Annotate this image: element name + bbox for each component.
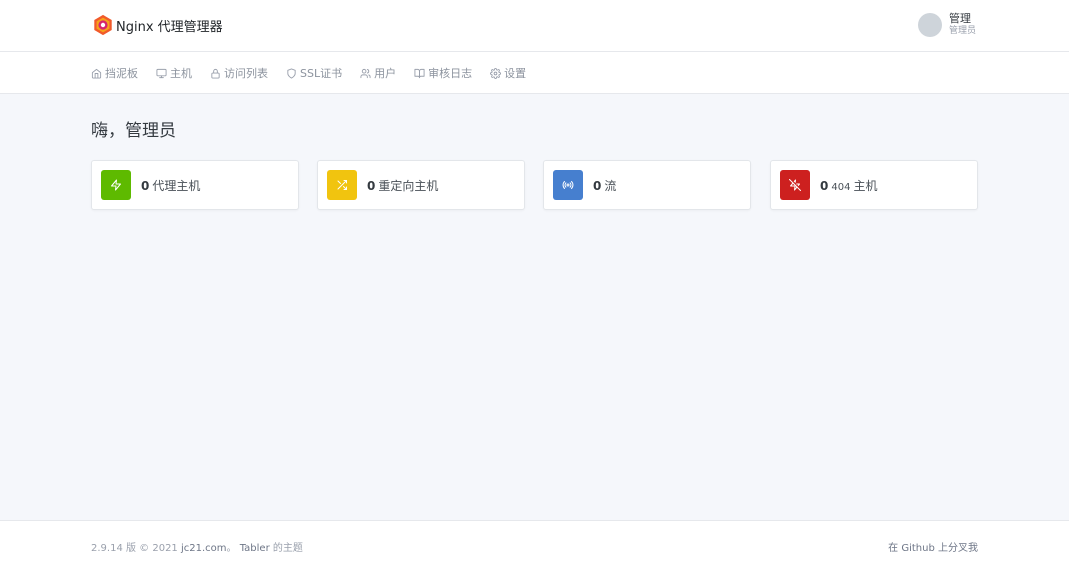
card-icon-box [780, 170, 810, 200]
footer: 2.9.14 版 © 2021 jc21.com。 Tabler 的主题 在 G… [0, 520, 1069, 567]
nav-item-label: 审核日志 [428, 67, 473, 80]
users-icon [360, 68, 371, 78]
card-count: 0 [820, 178, 829, 193]
card-icon-box [553, 170, 583, 200]
footer-copyright: 2.9.14 版 © 2021 jc21.com。 Tabler 的主题 [91, 539, 303, 554]
monitor-icon [156, 68, 167, 78]
shuffle-icon [337, 180, 347, 190]
user-menu[interactable]: 管理 管理员 [918, 12, 976, 37]
card-label: 重定向主机 [378, 178, 439, 193]
github-fork-link[interactable]: 在 Github 上分叉我 [888, 539, 978, 554]
radio-icon [562, 181, 574, 189]
scrollbar[interactable] [1069, 0, 1080, 567]
nav-item-hosts[interactable]: 主机 [156, 65, 192, 81]
jc21-link[interactable]: jc21.com [181, 543, 227, 554]
proxy-hosts-card[interactable]: 0 代理主机 [91, 160, 299, 210]
tabler-link[interactable]: Tabler [240, 543, 270, 554]
nav-item-dashboard[interactable]: 挡泥板 [91, 65, 138, 81]
nav-item-label: SSL证书 [300, 67, 343, 80]
nav-item-access-lists[interactable]: 访问列表 [210, 65, 268, 81]
streams-card[interactable]: 0流 [543, 160, 751, 210]
redirection-hosts-card[interactable]: 0 重定向主机 [317, 160, 525, 210]
gear-icon [490, 67, 502, 79]
card-count: 0 [593, 178, 602, 193]
theme-suffix: 的主题 [272, 543, 303, 554]
404-hosts-card[interactable]: 0 404 主机 [770, 160, 978, 210]
card-icon-box [327, 170, 357, 200]
nav-item-label: 主机 [170, 67, 192, 80]
brand[interactable]: Nginx 代理管理器 [92, 14, 223, 36]
shield-icon [287, 67, 296, 79]
card-icon-box [101, 170, 131, 200]
nav-item-users[interactable]: 用户 [360, 65, 396, 81]
card-prefix: 404 [831, 181, 851, 193]
card-label: 代理主机 [152, 178, 201, 193]
card-label: 流 [604, 178, 617, 193]
zap-icon [111, 179, 121, 191]
nav-item-settings[interactable]: 设置 [490, 65, 526, 81]
card-count: 0 [367, 178, 376, 193]
card-count: 0 [141, 178, 150, 193]
avatar[interactable] [918, 12, 942, 37]
page-title: 嗨，管理员 [91, 121, 176, 141]
nav-item-label: 挡泥板 [105, 67, 138, 80]
main-nav: 挡泥板 主机 访问列表 SSL证书 用户 审核日志 设置 [0, 52, 1069, 94]
nav-item-label: 设置 [504, 67, 527, 80]
nav-item-ssl-certificates[interactable]: SSL证书 [286, 65, 342, 81]
nav-item-label: 访问列表 [224, 67, 268, 80]
user-role: 管理员 [949, 26, 977, 36]
card-label: 主机 [853, 178, 878, 193]
zap-off-icon [789, 179, 801, 191]
nginx-proxy-logo-icon [94, 14, 112, 36]
version-text: 2.9.14 版 © 2021 [91, 543, 178, 554]
brand-name: Nginx 代理管理器 [116, 19, 223, 35]
lock-icon [211, 68, 220, 79]
home-icon [91, 68, 102, 79]
footer-separator: 。 [226, 543, 237, 554]
book-icon [414, 68, 425, 78]
nav-item-audit-log[interactable]: 审核日志 [414, 65, 472, 81]
nav-item-label: 用户 [374, 67, 397, 80]
user-name: 管理 [949, 12, 971, 25]
top-header: Nginx 代理管理器 管理 管理员 [0, 0, 1069, 52]
